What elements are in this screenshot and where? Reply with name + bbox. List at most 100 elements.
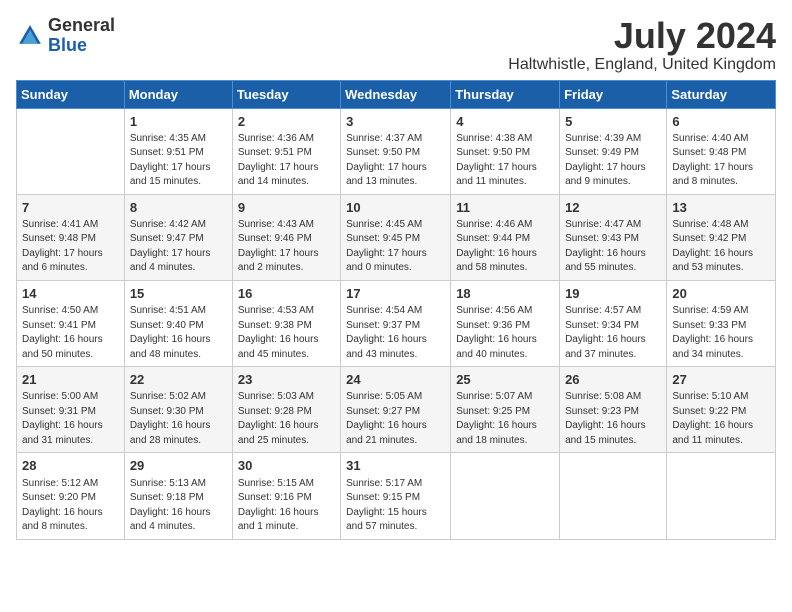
calendar-cell: 27Sunrise: 5:10 AMSunset: 9:22 PMDayligh… <box>667 367 776 453</box>
header-day-sunday: Sunday <box>17 80 125 108</box>
day-info: Sunrise: 4:35 AMSunset: 9:51 PMDaylight:… <box>130 132 227 190</box>
calendar-cell: 31 Sunrise: 5:17 AMSunset: 9:15 PMDayligh… <box>341 453 451 539</box>
day-info: Sunrise: 4:41 AMSunset: 9:48 PMDaylight:… <box>22 218 119 276</box>
day-info: Sunrise: 5:02 AMSunset: 9:30 PMDaylight:… <box>130 390 227 448</box>
header-day-saturday: Saturday <box>667 80 776 108</box>
day-number: 18 <box>456 285 554 303</box>
calendar-cell: 15Sunrise: 4:51 AMSunset: 9:40 PMDayligh… <box>124 280 232 366</box>
day-number: 17 <box>346 285 445 303</box>
day-info: Sunrise: 4:46 AMSunset: 9:44 PMDaylight:… <box>456 218 554 276</box>
day-number: 14 <box>22 285 119 303</box>
day-info: Sunrise: 4:43 AMSunset: 9:46 PMDaylight:… <box>238 218 335 276</box>
location-subtitle: Haltwhistle, England, United Kingdom <box>508 56 776 74</box>
title-area: July 2024 Haltwhistle, England, United K… <box>508 16 776 74</box>
day-number: 21 <box>22 371 119 389</box>
day-number: 11 <box>456 199 554 217</box>
day-number: 24 <box>346 371 445 389</box>
calendar-cell: 11Sunrise: 4:46 AMSunset: 9:44 PMDayligh… <box>451 194 560 280</box>
calendar-cell: 16Sunrise: 4:53 AMSunset: 9:38 PMDayligh… <box>232 280 340 366</box>
calendar-week-5: 28Sunrise: 5:12 AMSunset: 9:20 PMDayligh… <box>17 453 776 539</box>
calendar-cell: 3Sunrise: 4:37 AMSunset: 9:50 PMDaylight… <box>341 108 451 194</box>
day-number: 7 <box>22 199 119 217</box>
header-day-wednesday: Wednesday <box>341 80 451 108</box>
month-year-title: July 2024 <box>508 16 776 56</box>
day-number: 25 <box>456 371 554 389</box>
header-day-tuesday: Tuesday <box>232 80 340 108</box>
calendar-cell: 26Sunrise: 5:08 AMSunset: 9:23 PMDayligh… <box>560 367 667 453</box>
calendar-cell: 28Sunrise: 5:12 AMSunset: 9:20 PMDayligh… <box>17 453 125 539</box>
header-day-friday: Friday <box>560 80 667 108</box>
calendar-cell: 13Sunrise: 4:48 AMSunset: 9:42 PMDayligh… <box>667 194 776 280</box>
day-info: Sunrise: 4:45 AMSunset: 9:45 PMDaylight:… <box>346 218 445 276</box>
calendar-cell <box>17 108 125 194</box>
calendar-cell: 18Sunrise: 4:56 AMSunset: 9:36 PMDayligh… <box>451 280 560 366</box>
calendar-week-3: 14Sunrise: 4:50 AMSunset: 9:41 PMDayligh… <box>17 280 776 366</box>
calendar-cell: 25Sunrise: 5:07 AMSunset: 9:25 PMDayligh… <box>451 367 560 453</box>
calendar-cell: 4Sunrise: 4:38 AMSunset: 9:50 PMDaylight… <box>451 108 560 194</box>
day-number: 20 <box>672 285 770 303</box>
day-number: 10 <box>346 199 445 217</box>
day-number: 28 <box>22 457 119 475</box>
calendar-header: SundayMondayTuesdayWednesdayThursdayFrid… <box>17 80 776 108</box>
header-row: SundayMondayTuesdayWednesdayThursdayFrid… <box>17 80 776 108</box>
day-info: Sunrise: 5:17 AMSunset: 9:15 PMDaylight:… <box>346 477 445 535</box>
day-number: 16 <box>238 285 335 303</box>
day-info: Sunrise: 4:54 AMSunset: 9:37 PMDaylight:… <box>346 304 445 362</box>
calendar-cell: 10Sunrise: 4:45 AMSunset: 9:45 PMDayligh… <box>341 194 451 280</box>
calendar-cell: 9Sunrise: 4:43 AMSunset: 9:46 PMDaylight… <box>232 194 340 280</box>
calendar-cell: 2Sunrise: 4:36 AMSunset: 9:51 PMDaylight… <box>232 108 340 194</box>
calendar-cell <box>560 453 667 539</box>
day-info: Sunrise: 5:07 AMSunset: 9:25 PMDaylight:… <box>456 390 554 448</box>
day-info: Sunrise: 4:50 AMSunset: 9:41 PMDaylight:… <box>22 304 119 362</box>
day-number: 1 <box>130 113 227 131</box>
calendar-cell: 20Sunrise: 4:59 AMSunset: 9:33 PMDayligh… <box>667 280 776 366</box>
day-info: Sunrise: 4:47 AMSunset: 9:43 PMDaylight:… <box>565 218 661 276</box>
day-number: 27 <box>672 371 770 389</box>
day-info: Sunrise: 5:08 AMSunset: 9:23 PMDaylight:… <box>565 390 661 448</box>
day-number: 6 <box>672 113 770 131</box>
calendar-cell: 30Sunrise: 5:15 AMSunset: 9:16 PMDayligh… <box>232 453 340 539</box>
calendar-cell: 17Sunrise: 4:54 AMSunset: 9:37 PMDayligh… <box>341 280 451 366</box>
calendar-cell: 1Sunrise: 4:35 AMSunset: 9:51 PMDaylight… <box>124 108 232 194</box>
day-info: Sunrise: 5:13 AMSunset: 9:18 PMDaylight:… <box>130 477 227 535</box>
header-day-thursday: Thursday <box>451 80 560 108</box>
logo-blue: Blue <box>48 36 115 56</box>
day-number: 26 <box>565 371 661 389</box>
calendar-cell: 6Sunrise: 4:40 AMSunset: 9:48 PMDaylight… <box>667 108 776 194</box>
calendar-cell: 21Sunrise: 5:00 AMSunset: 9:31 PMDayligh… <box>17 367 125 453</box>
logo-text: General Blue <box>48 16 115 56</box>
logo-icon <box>16 22 44 50</box>
calendar-cell: 24Sunrise: 5:05 AMSunset: 9:27 PMDayligh… <box>341 367 451 453</box>
day-number: 23 <box>238 371 335 389</box>
calendar-cell: 7Sunrise: 4:41 AMSunset: 9:48 PMDaylight… <box>17 194 125 280</box>
day-info: Sunrise: 5:03 AMSunset: 9:28 PMDaylight:… <box>238 390 335 448</box>
calendar-week-4: 21Sunrise: 5:00 AMSunset: 9:31 PMDayligh… <box>17 367 776 453</box>
day-info: Sunrise: 4:36 AMSunset: 9:51 PMDaylight:… <box>238 132 335 190</box>
calendar-week-2: 7Sunrise: 4:41 AMSunset: 9:48 PMDaylight… <box>17 194 776 280</box>
day-number: 4 <box>456 113 554 131</box>
calendar-cell <box>667 453 776 539</box>
day-number: 19 <box>565 285 661 303</box>
day-info: Sunrise: 4:39 AMSunset: 9:49 PMDaylight:… <box>565 132 661 190</box>
day-number: 3 <box>346 113 445 131</box>
day-info: Sunrise: 5:10 AMSunset: 9:22 PMDaylight:… <box>672 390 770 448</box>
day-info: Sunrise: 4:42 AMSunset: 9:47 PMDaylight:… <box>130 218 227 276</box>
header: General Blue July 2024 Haltwhistle, Engl… <box>16 16 776 74</box>
day-info: Sunrise: 4:40 AMSunset: 9:48 PMDaylight:… <box>672 132 770 190</box>
calendar-cell: 19Sunrise: 4:57 AMSunset: 9:34 PMDayligh… <box>560 280 667 366</box>
calendar-body: 1Sunrise: 4:35 AMSunset: 9:51 PMDaylight… <box>17 108 776 539</box>
day-info: Sunrise: 4:48 AMSunset: 9:42 PMDaylight:… <box>672 218 770 276</box>
day-info: Sunrise: 5:15 AMSunset: 9:16 PMDaylight:… <box>238 477 335 535</box>
day-info: Sunrise: 4:56 AMSunset: 9:36 PMDaylight:… <box>456 304 554 362</box>
calendar-table: SundayMondayTuesdayWednesdayThursdayFrid… <box>16 80 776 540</box>
calendar-week-1: 1Sunrise: 4:35 AMSunset: 9:51 PMDaylight… <box>17 108 776 194</box>
calendar-cell <box>451 453 560 539</box>
day-number: 22 <box>130 371 227 389</box>
day-info: Sunrise: 4:51 AMSunset: 9:40 PMDaylight:… <box>130 304 227 362</box>
day-number: 31 <box>346 457 445 475</box>
day-info: Sunrise: 4:53 AMSunset: 9:38 PMDaylight:… <box>238 304 335 362</box>
calendar-cell: 12Sunrise: 4:47 AMSunset: 9:43 PMDayligh… <box>560 194 667 280</box>
calendar-cell: 29Sunrise: 5:13 AMSunset: 9:18 PMDayligh… <box>124 453 232 539</box>
day-info: Sunrise: 4:57 AMSunset: 9:34 PMDaylight:… <box>565 304 661 362</box>
logo-general: General <box>48 16 115 36</box>
